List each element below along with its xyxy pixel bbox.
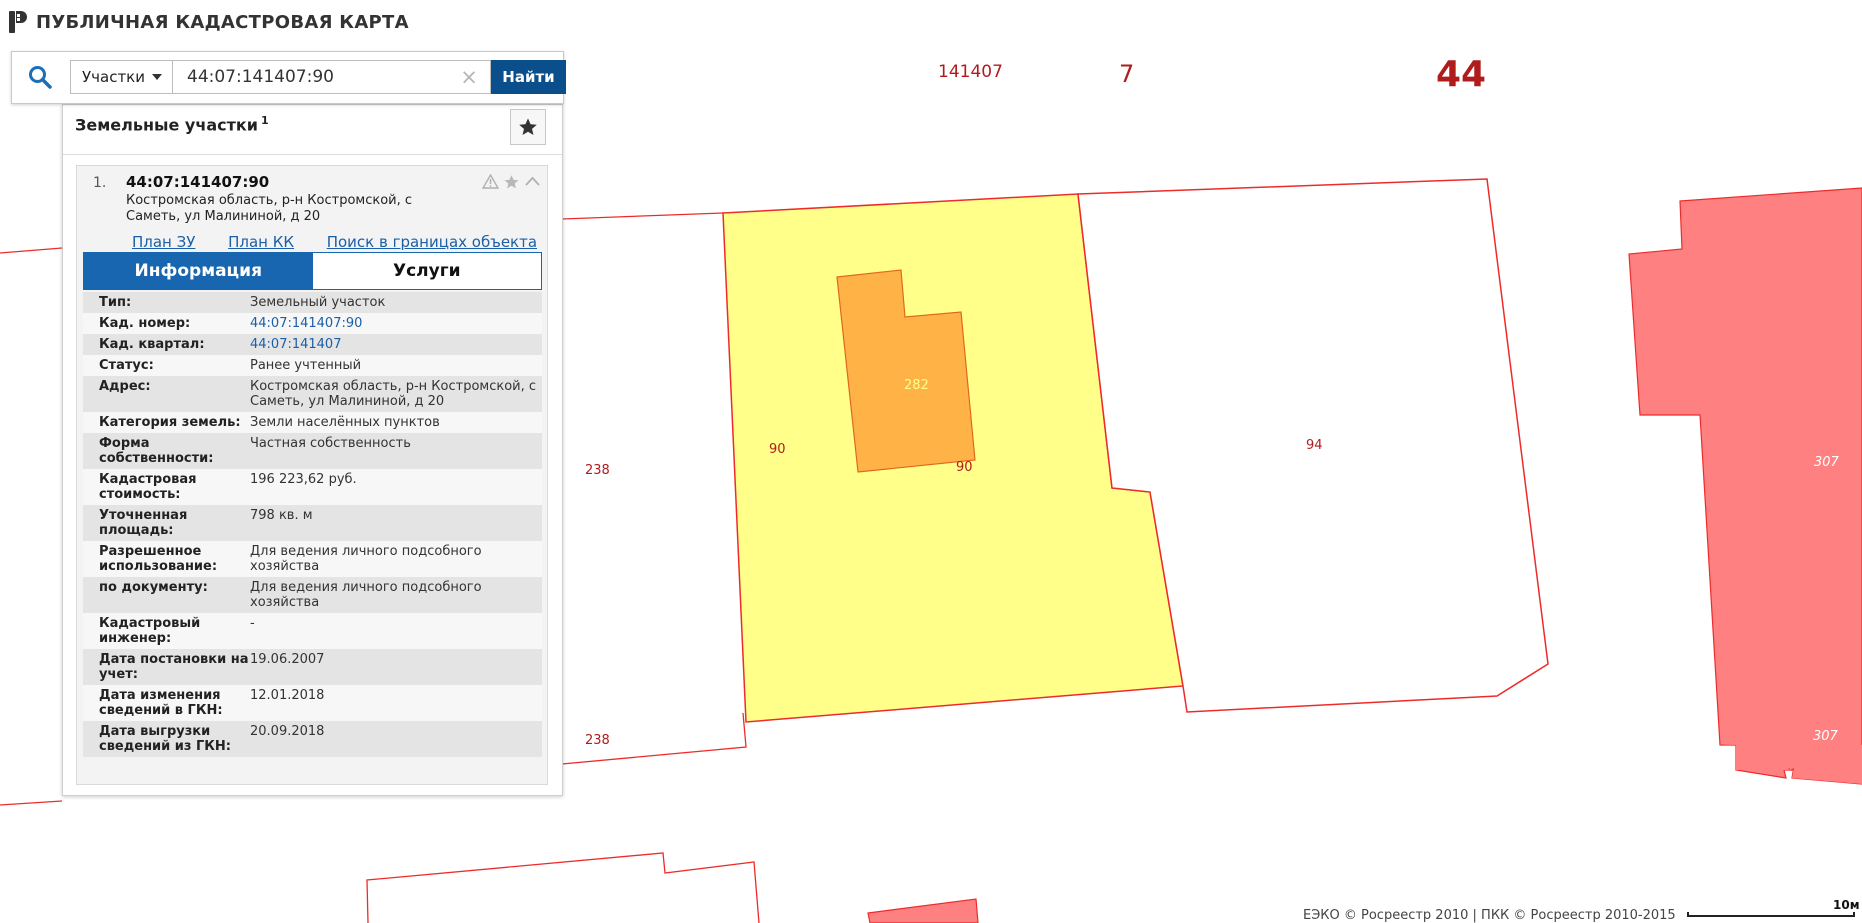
cadastral-block-link[interactable]: 44:07:141407 — [250, 337, 540, 352]
search-bar: Участки × Найти — [11, 51, 566, 104]
result-cadastral-number[interactable]: 44:07:141407:90 — [126, 173, 269, 191]
info-row: Адрес: Костромская область, р-н Костромск… — [83, 376, 542, 412]
info-label: Статус: — [99, 358, 154, 373]
tab-information[interactable]: Информация — [84, 253, 313, 289]
info-label: Форма собственности: — [99, 436, 214, 466]
info-row: Статус: Ранее учтенный — [83, 355, 542, 376]
parcel-label: 94 — [1306, 438, 1323, 453]
info-label: Дата выгрузки сведений из ГКН: — [99, 724, 231, 754]
search-input[interactable] — [172, 60, 491, 94]
star-icon[interactable] — [503, 174, 520, 190]
info-row: Дата выгрузки сведений из ГКН: 20.09.2018 — [83, 721, 542, 757]
parcel-boundary — [0, 800, 63, 806]
find-button[interactable]: Найти — [491, 60, 566, 94]
info-label: Категория земель: — [99, 415, 241, 430]
info-row: Дата постановки на учет: 19.06.2007 — [83, 649, 542, 685]
info-label: Кад. номер: — [99, 316, 191, 331]
block-label-7: 7 — [1119, 60, 1134, 88]
info-value: 798 кв. м — [250, 508, 313, 523]
info-table: Тип: Земельный участок Кад. номер: 44:07:1… — [83, 292, 542, 757]
info-value: Земельный участок — [250, 295, 386, 310]
result-address: Костромская область, р-н Костромской, с … — [126, 193, 413, 224]
info-row: Уточненная площадь: 798 кв. м — [83, 505, 542, 541]
info-label: Кадастровая стоимость: — [99, 472, 197, 502]
parcel-label: 90 — [769, 442, 786, 457]
search-type-label: Участки — [82, 68, 145, 86]
info-row: Кадастровая стоимость: 196 223,62 руб. — [83, 469, 542, 505]
info-row: Тип: Земельный участок — [83, 292, 542, 313]
copyright-credit: ЕЭКО © Росреестр 2010 | ПКК © Росреестр … — [1303, 908, 1676, 923]
info-row: Разрешенное использование: Для ведения ли… — [83, 541, 542, 577]
parcel-boundary — [366, 852, 760, 923]
scale-bar — [1687, 912, 1855, 917]
app-header: ПУБЛИЧНАЯ КАДАСТРОВАЯ КАРТА — [8, 8, 409, 36]
result-number: 1. — [93, 175, 107, 191]
info-label: по документу: — [99, 580, 208, 595]
parcel-boundary — [561, 212, 724, 220]
info-value: Для ведения личного подсобного хозяйства — [250, 580, 482, 610]
search-icon[interactable] — [27, 64, 53, 90]
info-label: Кад. квартал: — [99, 337, 205, 352]
info-value: Ранее учтенный — [250, 358, 362, 373]
info-value: 19.06.2007 — [250, 652, 325, 667]
info-label: Уточненная площадь: — [99, 508, 188, 538]
result-count: 1 — [260, 114, 269, 127]
capital-object-307[interactable] — [1628, 187, 1862, 785]
building-label: 282 — [904, 378, 929, 393]
capital-object-bottom — [867, 898, 979, 923]
info-label: Дата изменения сведений в ГКН: — [99, 688, 223, 718]
result-card: 1. 44:07:141407:90 Костромская область, … — [76, 165, 548, 785]
capital-object-307-tail — [1736, 740, 1793, 770]
rosreestr-logo-icon — [9, 11, 27, 33]
info-value: 20.09.2018 — [250, 724, 325, 739]
divider — [63, 154, 562, 155]
result-tabs: Информация Услуги — [83, 252, 542, 290]
clear-search-icon[interactable]: × — [455, 61, 483, 93]
info-row: Категория земель: Земли населённых пункто… — [83, 412, 542, 433]
search-type-dropdown[interactable]: Участки — [70, 60, 172, 94]
result-actions — [482, 174, 541, 190]
parcel-label: 238 — [585, 463, 610, 478]
scale-label: 10м — [1833, 898, 1860, 912]
info-label: Кадастровый инженер: — [99, 616, 201, 646]
star-icon — [519, 118, 537, 135]
info-value: Частная собственность — [250, 436, 411, 451]
info-row: Кадастровый инженер: - — [83, 613, 542, 649]
cadastral-number-link[interactable]: 44:07:141407:90 — [250, 316, 540, 331]
chevron-up-icon[interactable] — [524, 174, 541, 189]
info-value: 196 223,62 руб. — [250, 472, 357, 487]
info-value: Для ведения личного подсобного хозяйства — [250, 544, 482, 574]
info-value: - — [250, 616, 255, 631]
info-row: Форма собственности: Частная собственност… — [83, 433, 542, 469]
panel-title: Земельные участки 1 — [75, 114, 269, 134]
info-label: Разрешенное использование: — [99, 544, 218, 574]
parcel-label: 90 — [956, 460, 973, 475]
info-row: по документу: Для ведения личного подсобн… — [83, 577, 542, 613]
warning-icon[interactable] — [482, 174, 499, 189]
info-label: Адрес: — [99, 379, 151, 394]
info-value: Костромская область, р-н Костромской, с … — [250, 379, 537, 409]
panel-title-text: Земельные участки — [75, 115, 258, 135]
info-row: Кад. номер: 44:07:141407:90 — [83, 313, 542, 334]
results-panel: Земельные участки 1 1. 44:07:141407:90 Ко… — [62, 104, 563, 796]
info-row: Кад. квартал: 44:07:141407 — [83, 334, 542, 355]
info-value: 12.01.2018 — [250, 688, 325, 703]
block-label-44: 44 — [1436, 54, 1486, 95]
info-row: Дата изменения сведений в ГКН: 12.01.2018 — [83, 685, 542, 721]
chevron-down-icon — [152, 74, 162, 80]
parcel-label: 307 — [1813, 729, 1839, 744]
favorites-button[interactable] — [510, 109, 546, 145]
info-label: Дата постановки на учет: — [99, 652, 249, 682]
block-label-141407: 141407 — [938, 62, 1003, 82]
parcel-boundary — [0, 247, 63, 254]
tab-services[interactable]: Услуги — [312, 253, 541, 289]
info-label: Тип: — [99, 295, 132, 310]
app-title: ПУБЛИЧНАЯ КАДАСТРОВАЯ КАРТА — [36, 11, 409, 33]
parcel-label: 238 — [585, 733, 610, 748]
info-value: Земли населённых пунктов — [250, 415, 440, 430]
parcel-label: 307 — [1814, 455, 1840, 470]
